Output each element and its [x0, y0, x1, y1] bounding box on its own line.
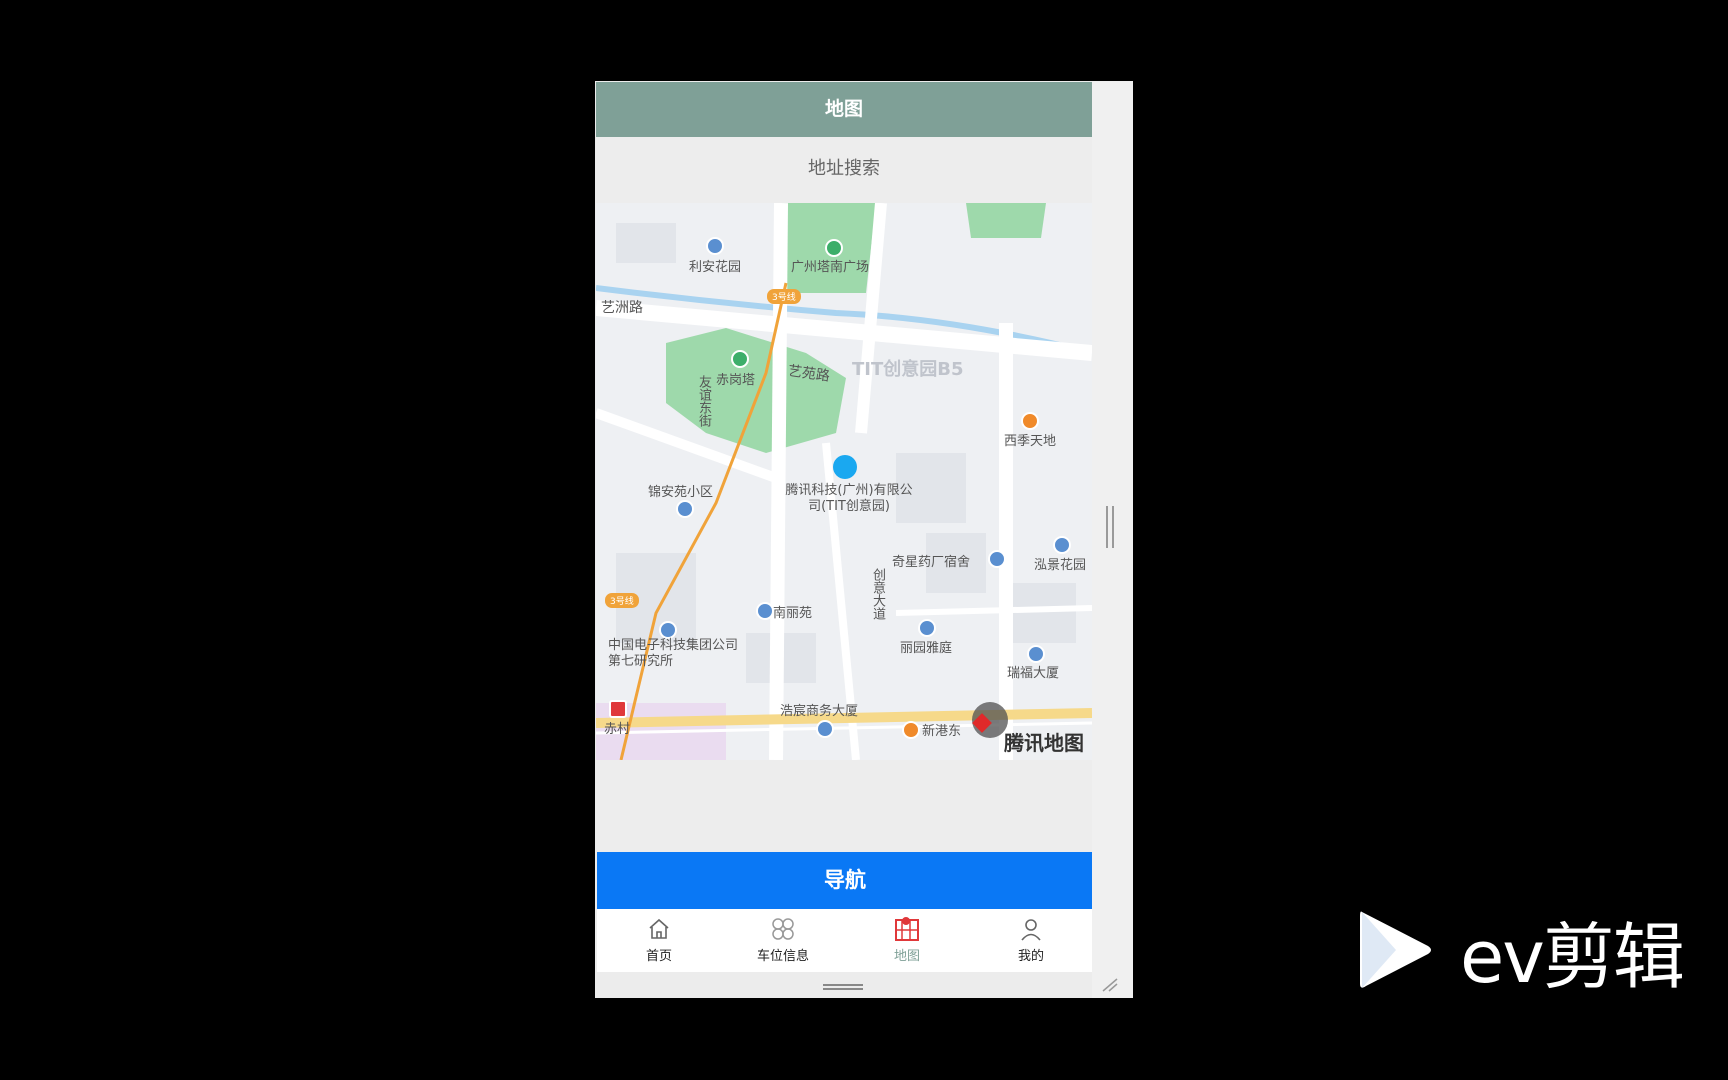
phone-frame: 地图 地址搜索 3号线 3号线 利安花园 广州塔南广场 艺洲路 赤岗塔 艺苑路 … — [595, 81, 1133, 998]
tab-bar: 首页 车位信息 地图 我的 — [597, 909, 1093, 972]
poi-icon — [902, 721, 920, 739]
tab-label: 车位信息 — [756, 949, 809, 964]
location-pin-icon[interactable] — [833, 455, 857, 479]
map-label: TIT创意园B5 — [852, 359, 964, 380]
parking-icon — [721, 915, 845, 943]
poi-icon — [1021, 412, 1039, 430]
resize-grip-icon[interactable] — [1101, 978, 1119, 992]
home-icon — [597, 915, 721, 943]
page-title: 地图 — [596, 82, 1092, 137]
map-label: 艺洲路 — [601, 300, 643, 316]
metro-station-icon — [609, 700, 627, 718]
map-label: 赤村 — [604, 722, 631, 737]
map-label: 丽园雅庭 — [900, 641, 953, 656]
map-label: 赤岗塔 — [716, 373, 756, 388]
map-label: 浩宸商务大厦 — [780, 704, 859, 719]
metro-badge: 3号线 — [605, 593, 639, 608]
map-label: 友谊东街 — [696, 375, 711, 427]
metro-badge: 3号线 — [767, 289, 801, 304]
user-icon — [969, 915, 1093, 943]
poi-icon — [988, 550, 1006, 568]
poi-icon — [731, 350, 749, 368]
poi-icon — [659, 621, 677, 639]
tab-parking-info[interactable]: 车位信息 — [721, 909, 845, 972]
map-label: 锦安苑小区 — [648, 485, 714, 500]
map-label: 腾讯科技(广州)有限公司(TIT创意园) — [785, 483, 913, 514]
poi-icon — [676, 500, 694, 518]
map-label: 创意大道 — [870, 568, 885, 620]
map-label: 中国电子科技集团公司第七研究所 — [608, 638, 739, 669]
map-label: 奇星药厂宿舍 — [892, 555, 971, 570]
tab-label: 我的 — [1017, 949, 1044, 964]
watermark: ev剪辑 — [1356, 905, 1685, 999]
scroll-thumb[interactable] — [1106, 506, 1114, 548]
drag-handle[interactable] — [823, 984, 863, 990]
map-label: 南丽苑 — [773, 606, 813, 621]
poi-icon — [706, 237, 724, 255]
app-window: 地图 地址搜索 3号线 3号线 利安花园 广州塔南广场 艺洲路 赤岗塔 艺苑路 … — [596, 82, 1093, 972]
poi-icon — [816, 720, 834, 738]
map-label: 泓景花园 — [1034, 558, 1087, 573]
map-label: 新港东 — [922, 724, 962, 739]
address-search[interactable]: 地址搜索 — [596, 137, 1092, 203]
play-logo-icon — [1360, 911, 1431, 988]
navigate-button[interactable]: 导航 — [597, 852, 1093, 909]
tab-home[interactable]: 首页 — [597, 909, 721, 972]
poi-icon — [1027, 645, 1045, 663]
tab-map[interactable]: 地图 — [845, 909, 969, 972]
map-view[interactable]: 3号线 3号线 利安花园 广州塔南广场 艺洲路 赤岗塔 艺苑路 TIT创意园B5… — [596, 203, 1092, 760]
poi-icon — [1053, 536, 1071, 554]
map-icon — [845, 915, 969, 943]
poi-icon — [756, 602, 774, 620]
map-label: 瑞福大厦 — [1007, 666, 1060, 681]
tab-profile[interactable]: 我的 — [969, 909, 1093, 972]
map-label: 西季天地 — [1004, 434, 1057, 449]
map-label: 广州塔南广场 — [791, 260, 870, 275]
poi-icon — [825, 239, 843, 257]
map-label: 利安花园 — [689, 260, 742, 275]
tab-label: 地图 — [893, 949, 920, 964]
watermark-text: ev剪辑 — [1460, 914, 1685, 999]
poi-icon — [918, 619, 936, 637]
tab-label: 首页 — [645, 949, 672, 964]
map-provider-logo: 腾讯地图 — [1004, 731, 1084, 755]
